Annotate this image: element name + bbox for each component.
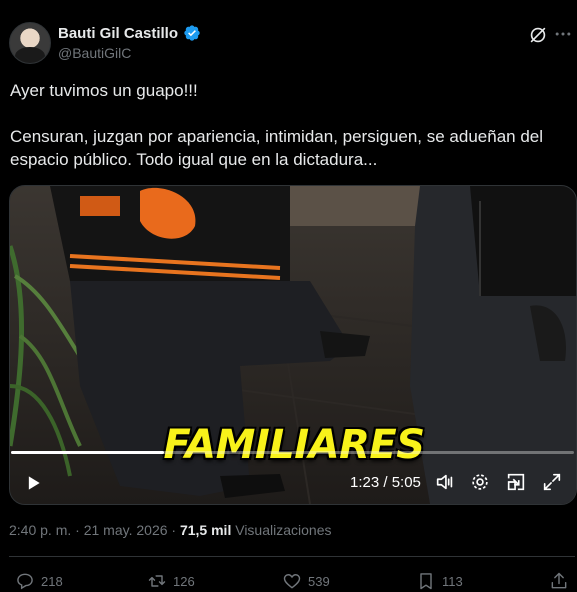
share-button[interactable]: [549, 571, 569, 591]
grok-icon[interactable]: [527, 24, 549, 46]
video-player[interactable]: FAMILIARES 1:23 / 5:05: [9, 185, 577, 505]
volume-icon[interactable]: [434, 471, 456, 493]
verified-icon: [184, 25, 200, 41]
views-label: Visualizaciones: [231, 522, 332, 538]
pip-icon[interactable]: [505, 471, 527, 493]
tweet-meta: 2:40 p. m. · 21 may. 2026 · 71,5 mil Vis…: [9, 522, 331, 538]
tweet-actions: 218 126 539 113: [0, 566, 577, 592]
divider: [9, 556, 575, 557]
avatar[interactable]: [9, 22, 51, 64]
author-handle[interactable]: @BautiGilC: [58, 45, 131, 61]
video-progress-bar[interactable]: [11, 451, 574, 454]
like-icon: [283, 574, 301, 589]
reply-icon: [17, 573, 33, 590]
reply-count: 218: [41, 573, 63, 589]
tweet-header: Bauti Gil Castillo @BautiGilC: [0, 0, 577, 70]
repost-button[interactable]: 126: [147, 571, 195, 591]
share-icon: [551, 572, 567, 589]
tweet-text-line1: Ayer tuvimos un guapo!!!: [10, 81, 198, 100]
video-progress-fill: [11, 451, 165, 454]
bookmark-button[interactable]: 113: [416, 571, 463, 591]
tweet-date[interactable]: 21 may. 2026: [84, 522, 168, 538]
like-button[interactable]: 539: [282, 571, 330, 591]
tweet-time[interactable]: 2:40 p. m.: [9, 522, 71, 538]
play-icon[interactable]: [23, 473, 43, 493]
author-display-name[interactable]: Bauti Gil Castillo: [58, 25, 178, 42]
repost-icon: [148, 575, 166, 587]
video-time: 1:23 / 5:05: [350, 474, 421, 491]
meta-separator: ·: [167, 522, 180, 538]
repost-count: 126: [173, 573, 195, 589]
video-overlay-caption: FAMILIARES: [163, 422, 425, 468]
reply-button[interactable]: 218: [15, 571, 63, 591]
views-count: 71,5 mil: [179, 522, 232, 538]
more-icon[interactable]: [553, 24, 573, 44]
meta-separator: ·: [71, 522, 84, 538]
tweet-text-line2: Censuran, juzgan por apariencia, intimid…: [10, 127, 544, 169]
author-name-row[interactable]: Bauti Gil Castillo: [58, 24, 201, 42]
tweet-text: Ayer tuvimos un guapo!!! Censuran, juzga…: [10, 79, 565, 171]
bookmark-count: 113: [442, 573, 463, 589]
like-count: 539: [308, 573, 330, 589]
settings-icon[interactable]: [469, 471, 491, 493]
bookmark-icon: [420, 573, 432, 590]
fullscreen-icon[interactable]: [541, 471, 563, 493]
